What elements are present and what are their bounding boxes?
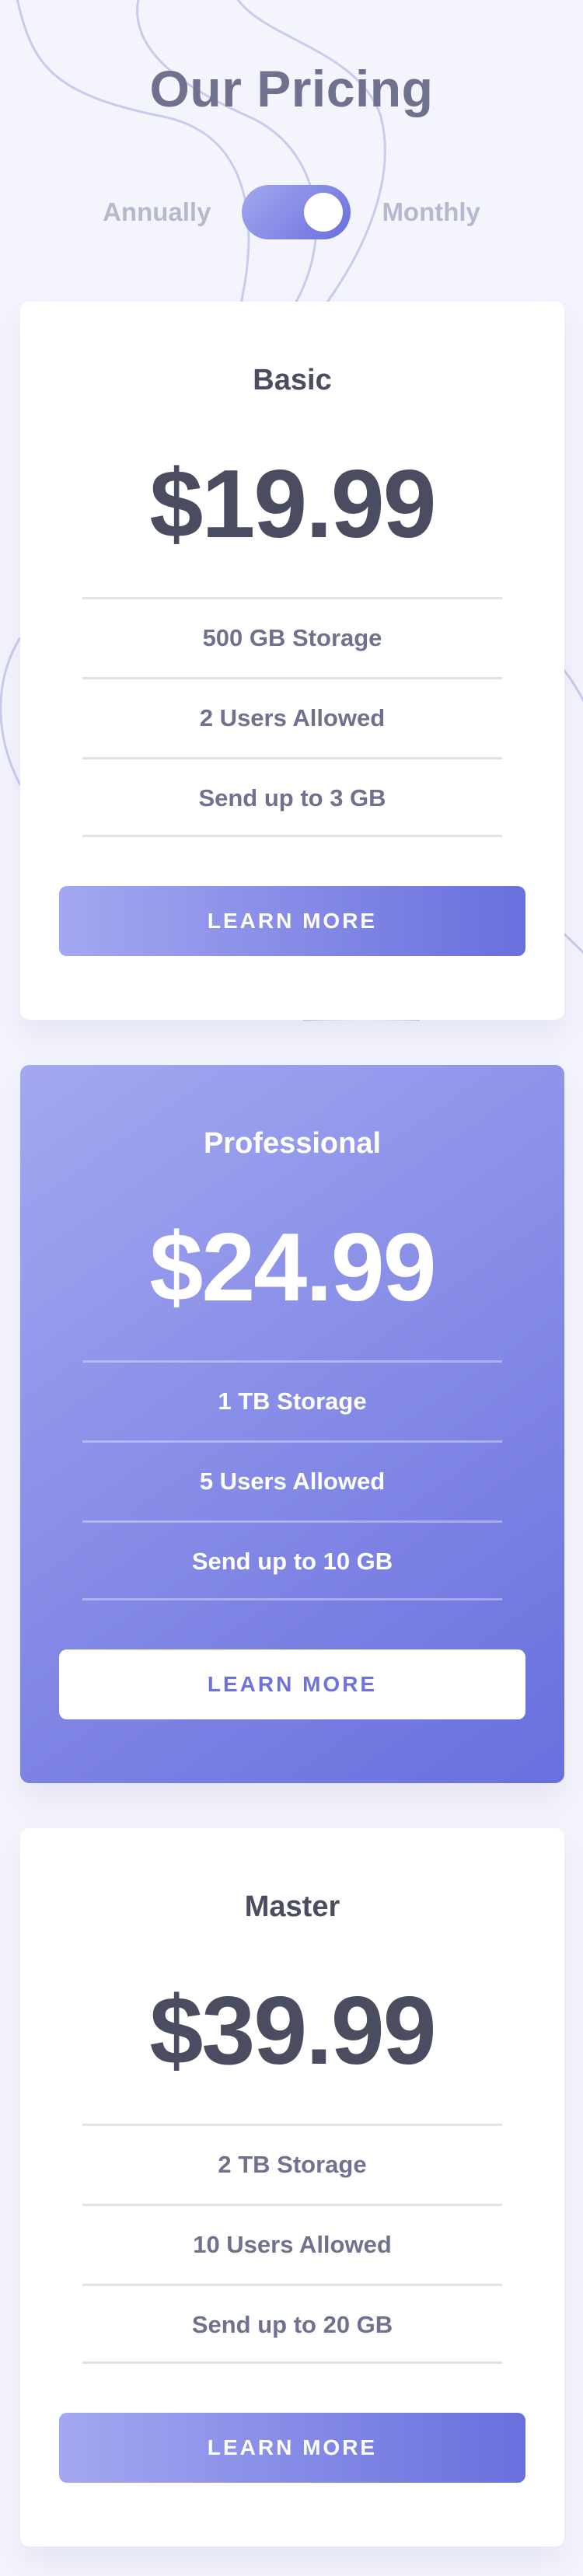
billing-toggle-row: Annually Monthly (0, 183, 583, 241)
plan-price: $19.99 (149, 451, 436, 558)
learn-more-button[interactable]: LEARN MORE (59, 2413, 525, 2483)
feature-item: Send up to 3 GB (82, 757, 502, 837)
pricing-card-professional: Professional $24.99 1 TB Storage 5 Users… (20, 1065, 564, 1783)
feature-item: Send up to 10 GB (82, 1520, 502, 1600)
feature-item: 2 TB Storage (82, 2124, 502, 2204)
feature-item: 1 TB Storage (82, 1360, 502, 1440)
monthly-label[interactable]: Monthly (382, 197, 480, 227)
feature-item: Send up to 20 GB (82, 2284, 502, 2364)
learn-more-button[interactable]: LEARN MORE (59, 886, 525, 956)
feature-item: 2 Users Allowed (82, 677, 502, 757)
page-title: Our Pricing (149, 60, 434, 117)
plan-price: $24.99 (149, 1214, 436, 1321)
feature-list: 500 GB Storage 2 Users Allowed Send up t… (82, 597, 502, 837)
annually-label[interactable]: Annually (103, 197, 211, 227)
feature-list: 2 TB Storage 10 Users Allowed Send up to… (82, 2124, 502, 2364)
feature-item: 500 GB Storage (82, 597, 502, 677)
billing-period-toggle[interactable] (242, 185, 351, 239)
plan-price: $39.99 (149, 1977, 436, 2085)
plan-name: Basic (253, 364, 332, 396)
pricing-card-master: Master $39.99 2 TB Storage 10 Users Allo… (20, 1828, 564, 2546)
feature-item: 10 Users Allowed (82, 2204, 502, 2284)
learn-more-button[interactable]: LEARN MORE (59, 1649, 525, 1719)
pricing-card-basic: Basic $19.99 500 GB Storage 2 Users Allo… (20, 302, 564, 1020)
toggle-knob[interactable] (304, 193, 344, 232)
feature-list: 1 TB Storage 5 Users Allowed Send up to … (82, 1360, 502, 1600)
plan-name: Professional (203, 1127, 382, 1160)
pricing-page: Our Pricing Annually Monthly Basic $19.9… (0, 0, 583, 2576)
feature-item: 5 Users Allowed (82, 1440, 502, 1520)
plan-name: Master (244, 1890, 340, 1923)
